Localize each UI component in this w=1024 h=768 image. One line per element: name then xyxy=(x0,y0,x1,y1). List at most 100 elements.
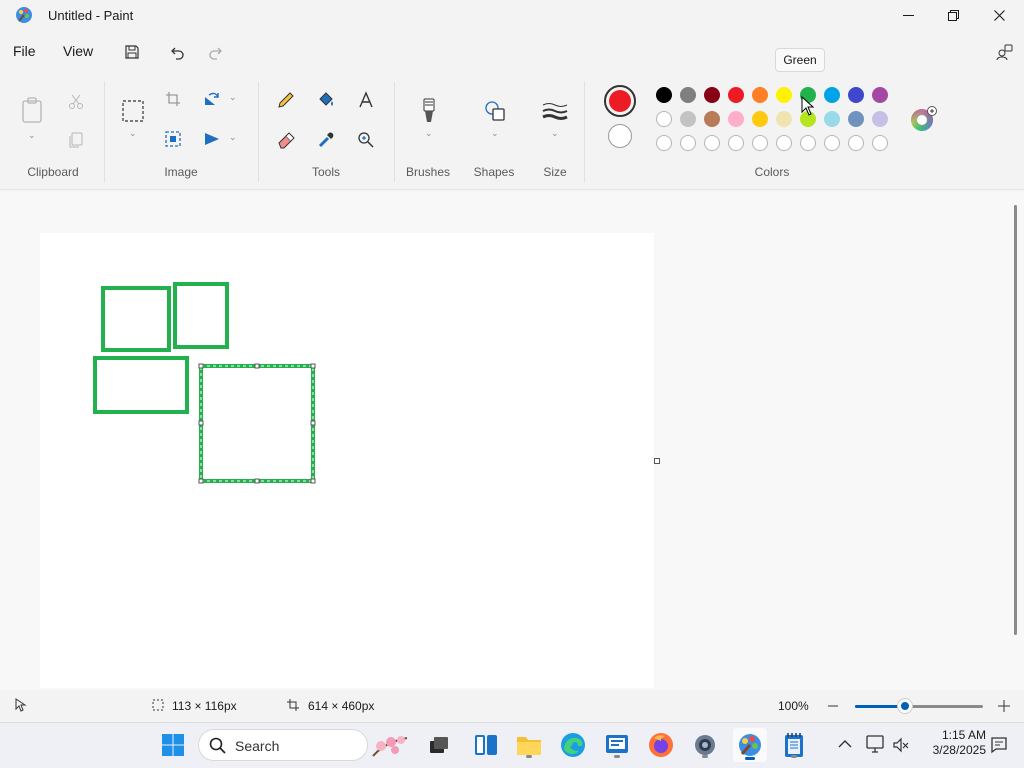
shapes-chevron-icon[interactable]: ⌄ xyxy=(491,128,499,139)
magnifier-button[interactable] xyxy=(354,128,378,152)
palette-swatch[interactable] xyxy=(776,111,792,127)
vertical-scrollbar[interactable] xyxy=(1014,205,1017,635)
notepad-button[interactable] xyxy=(779,730,809,760)
share-button[interactable] xyxy=(991,40,1017,64)
restore-button[interactable] xyxy=(930,0,976,30)
palette-swatch[interactable] xyxy=(848,111,864,127)
select-button[interactable] xyxy=(120,98,146,124)
resize-button[interactable] xyxy=(162,128,184,150)
crop-button[interactable] xyxy=(162,88,184,110)
text-button[interactable] xyxy=(354,88,378,112)
zoom-out-icon[interactable] xyxy=(828,704,838,708)
edit-colors-button[interactable] xyxy=(908,104,938,134)
network-icon[interactable] xyxy=(866,735,886,753)
copy-button[interactable] xyxy=(64,128,88,152)
selection-handle[interactable] xyxy=(254,363,260,369)
select-chevron-icon[interactable]: ⌄ xyxy=(129,128,137,139)
custom-color-swatch[interactable] xyxy=(728,135,744,151)
widgets-button[interactable] xyxy=(471,730,501,760)
custom-color-swatch[interactable] xyxy=(656,135,672,151)
flip-button[interactable] xyxy=(200,128,224,150)
palette-swatch[interactable] xyxy=(872,111,888,127)
green-rectangle-1[interactable] xyxy=(101,286,171,352)
palette-swatch[interactable] xyxy=(824,87,840,103)
zoom-in-icon[interactable] xyxy=(998,700,1010,712)
custom-color-swatch[interactable] xyxy=(800,135,816,151)
selection-handle[interactable] xyxy=(310,420,316,426)
rotate-button[interactable] xyxy=(200,88,224,110)
minimize-button[interactable] xyxy=(885,0,931,30)
primary-color-swatch[interactable] xyxy=(604,85,636,117)
palette-swatch[interactable] xyxy=(728,87,744,103)
size-chevron-icon[interactable]: ⌄ xyxy=(551,128,559,139)
canvas-resize-handle[interactable] xyxy=(654,458,660,464)
palette-swatch[interactable] xyxy=(752,87,768,103)
green-rectangle-selected[interactable] xyxy=(199,364,315,483)
custom-color-swatch[interactable] xyxy=(824,135,840,151)
custom-color-swatch[interactable] xyxy=(680,135,696,151)
redo-button[interactable] xyxy=(203,40,229,64)
firefox-button[interactable] xyxy=(646,730,676,760)
view-menu[interactable]: View xyxy=(63,43,93,59)
notification-icon[interactable] xyxy=(990,736,1008,754)
cut-button[interactable] xyxy=(64,90,88,114)
rotate-chevron-icon[interactable]: ⌄ xyxy=(229,92,237,103)
drawing-canvas[interactable] xyxy=(40,233,654,688)
brushes-button[interactable] xyxy=(416,96,442,126)
selection-handle[interactable] xyxy=(310,363,316,369)
file-explorer-button[interactable] xyxy=(514,730,544,760)
start-button[interactable] xyxy=(158,730,188,760)
palette-swatch[interactable] xyxy=(704,87,720,103)
settings-button[interactable] xyxy=(690,730,720,760)
palette-swatch[interactable] xyxy=(680,111,696,127)
palette-swatch[interactable] xyxy=(776,87,792,103)
chevron-up-icon[interactable] xyxy=(838,739,852,749)
palette-swatch[interactable] xyxy=(728,111,744,127)
zoom-level[interactable]: 100% xyxy=(778,699,809,713)
fill-button[interactable] xyxy=(314,88,338,112)
paste-button[interactable] xyxy=(18,96,46,124)
palette-swatch[interactable] xyxy=(656,87,672,103)
paint-taskbar-button[interactable] xyxy=(733,728,767,762)
palette-swatch[interactable] xyxy=(872,87,888,103)
selection-handle[interactable] xyxy=(198,420,204,426)
flip-chevron-icon[interactable]: ⌄ xyxy=(229,132,237,143)
paste-chevron-icon[interactable]: ⌄ xyxy=(28,130,36,141)
zoom-slider-thumb[interactable] xyxy=(897,699,912,713)
palette-swatch[interactable] xyxy=(752,111,768,127)
brushes-chevron-icon[interactable]: ⌄ xyxy=(425,128,433,139)
secondary-color-swatch[interactable] xyxy=(608,124,632,148)
custom-color-swatch[interactable] xyxy=(848,135,864,151)
custom-color-swatch[interactable] xyxy=(872,135,888,151)
task-view-button[interactable] xyxy=(424,730,454,760)
eraser-button[interactable] xyxy=(274,128,298,152)
save-button[interactable] xyxy=(119,40,145,64)
color-picker-button[interactable] xyxy=(314,128,338,152)
selection-handle[interactable] xyxy=(198,478,204,484)
custom-color-swatch[interactable] xyxy=(776,135,792,151)
palette-swatch[interactable] xyxy=(656,111,672,127)
undo-button[interactable] xyxy=(164,40,190,64)
snipping-tool-button[interactable] xyxy=(602,730,632,760)
shapes-button[interactable] xyxy=(482,98,508,124)
palette-swatch[interactable] xyxy=(704,111,720,127)
pencil-button[interactable] xyxy=(274,88,298,112)
taskbar-search-box[interactable]: Search xyxy=(198,729,408,761)
selection-handle[interactable] xyxy=(254,478,260,484)
custom-color-swatch[interactable] xyxy=(704,135,720,151)
selection-handle[interactable] xyxy=(198,363,204,369)
selection-handle[interactable] xyxy=(310,478,316,484)
palette-swatch[interactable] xyxy=(848,87,864,103)
zoom-slider-track[interactable] xyxy=(855,705,983,708)
palette-swatch[interactable] xyxy=(680,87,696,103)
size-button[interactable] xyxy=(540,98,570,124)
green-rectangle-3[interactable] xyxy=(93,356,189,414)
volume-muted-icon[interactable] xyxy=(892,736,910,754)
green-rectangle-2[interactable] xyxy=(173,282,229,349)
system-clock[interactable]: 1:15 AM 3/28/2025 xyxy=(920,728,986,758)
edge-button[interactable] xyxy=(558,730,588,760)
file-menu[interactable]: File xyxy=(13,43,36,59)
palette-swatch[interactable] xyxy=(824,111,840,127)
custom-color-swatch[interactable] xyxy=(752,135,768,151)
close-button[interactable] xyxy=(976,0,1022,30)
